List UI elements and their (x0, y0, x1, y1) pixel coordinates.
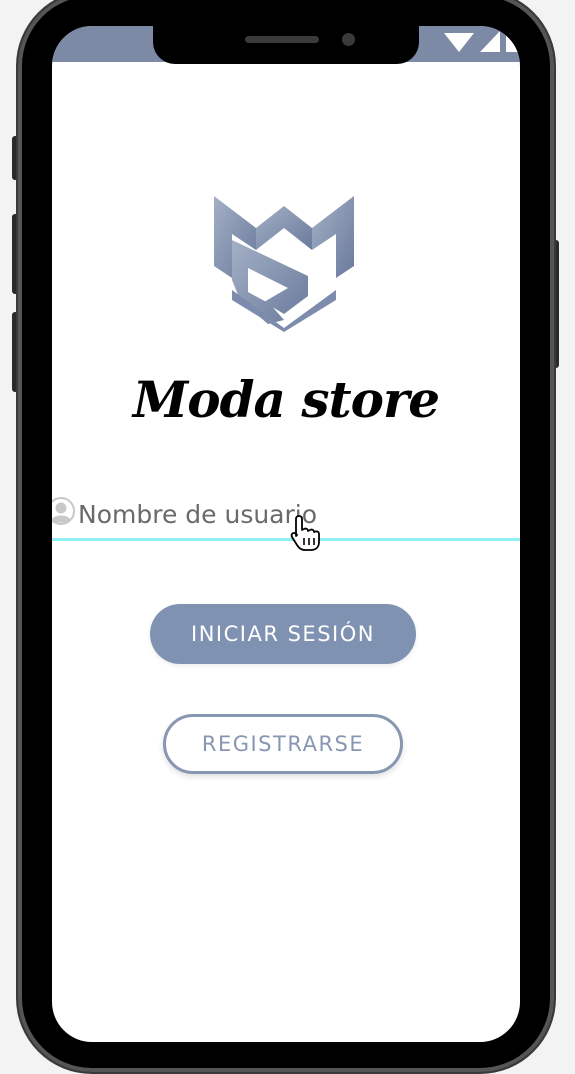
app-screen: Moda store INICIAR SESIÓN REGISTRARSE (52, 26, 520, 1042)
username-field[interactable] (52, 494, 520, 541)
speaker-grille (245, 36, 319, 43)
phone-notch (153, 18, 419, 64)
brand-title: Moda store (132, 370, 440, 429)
cellular-signal-icon (480, 31, 500, 52)
device-mockup: Moda store INICIAR SESIÓN REGISTRARSE (0, 0, 575, 1074)
wifi-icon (444, 33, 474, 52)
user-circle-icon (52, 497, 75, 525)
battery-icon (506, 32, 520, 52)
login-button[interactable]: INICIAR SESIÓN (150, 604, 416, 664)
ms-monogram-logo (214, 196, 354, 332)
hand-pointer-cursor-icon (290, 515, 320, 551)
front-camera (342, 33, 355, 46)
register-button[interactable]: REGISTRARSE (163, 714, 403, 774)
